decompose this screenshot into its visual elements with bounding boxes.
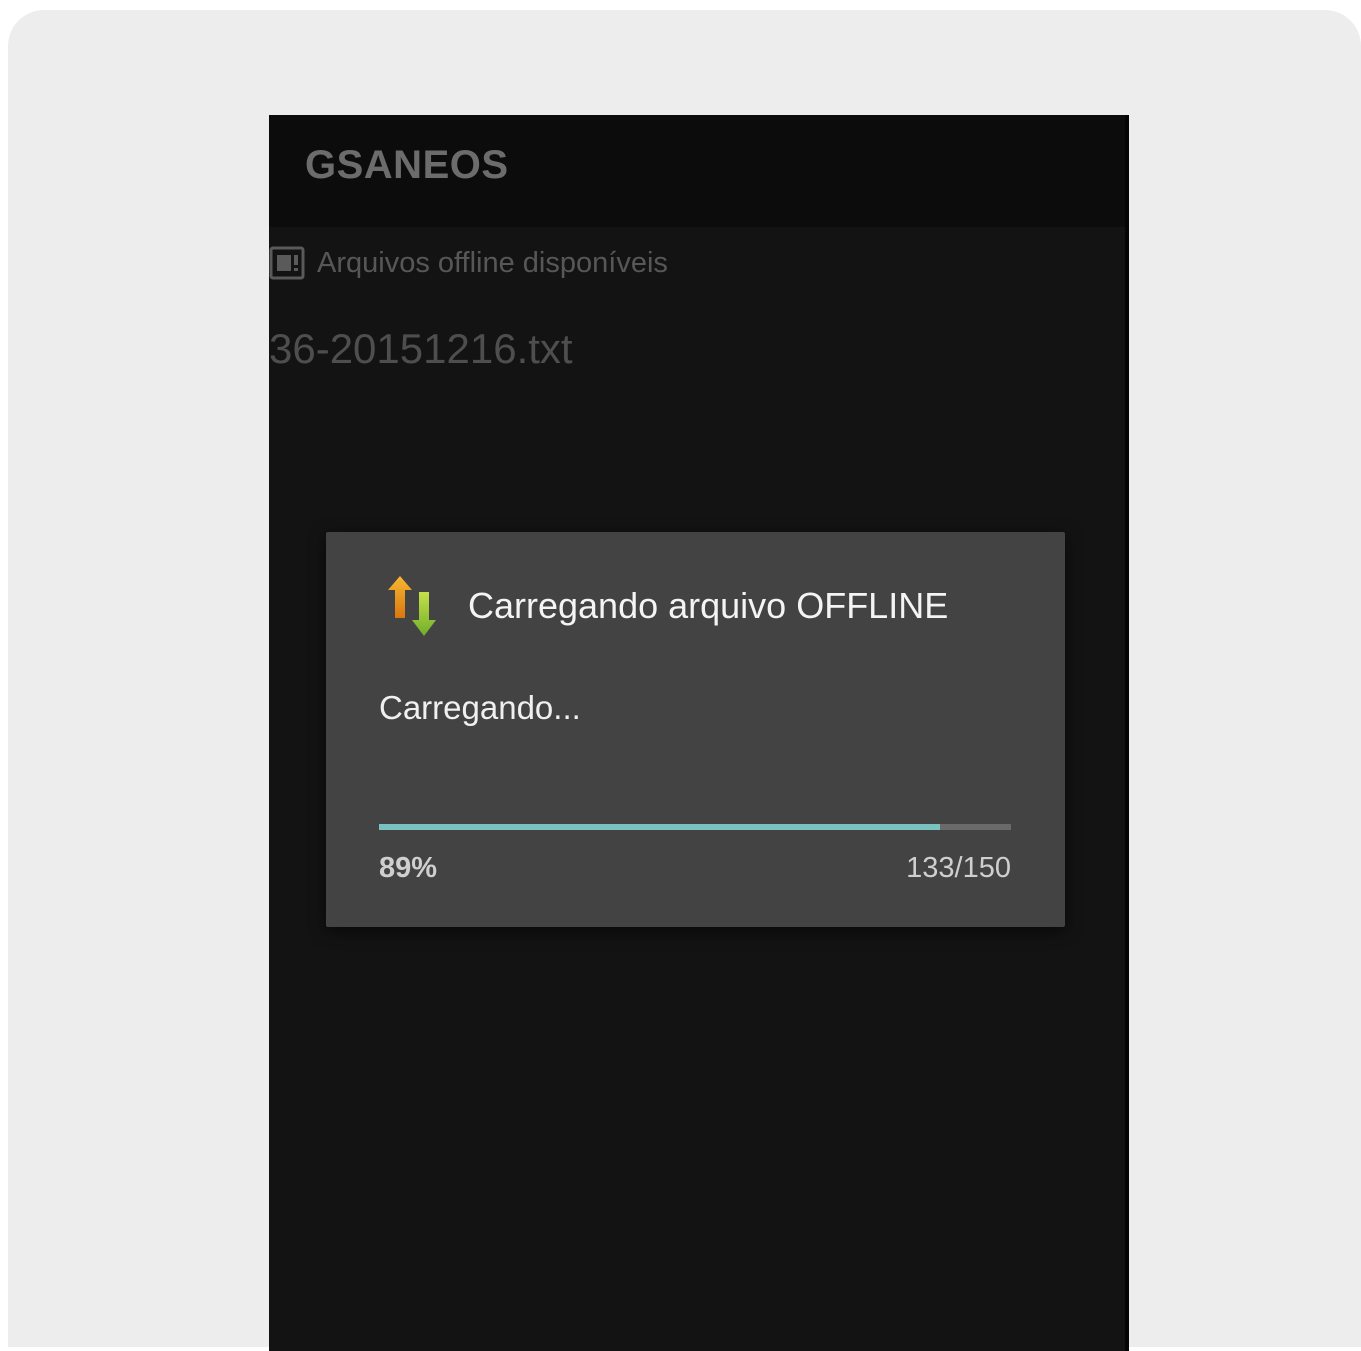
offline-file-item[interactable]: 36-20151216.txt [269, 325, 573, 373]
dialog-title: Carregando arquivo OFFLINE [468, 585, 949, 626]
sync-arrows-icon [386, 574, 444, 638]
sd-card-icon [269, 245, 305, 281]
device-frame: GSANEOS Arquivos offline disponíveis 36-… [8, 10, 1361, 1351]
screen-edge [1125, 115, 1129, 1351]
dialog-title-row: Carregando arquivo OFFLINE [386, 574, 948, 638]
progress-percent: 89% [379, 852, 438, 884]
list-header: Arquivos offline disponíveis [269, 243, 668, 283]
progress-dialog: Carregando arquivo OFFLINE Carregando...… [326, 532, 1065, 927]
action-bar: GSANEOS [269, 115, 1129, 227]
app-title: GSANEOS [305, 143, 509, 187]
dialog-message: Carregando... [379, 689, 581, 726]
app-screen: GSANEOS Arquivos offline disponíveis 36-… [269, 115, 1129, 1351]
progress-count: 133/150 [906, 852, 1011, 884]
progress-bar-fill [379, 824, 940, 830]
progress-bar [379, 824, 1011, 830]
list-header-label: Arquivos offline disponíveis [317, 246, 668, 279]
